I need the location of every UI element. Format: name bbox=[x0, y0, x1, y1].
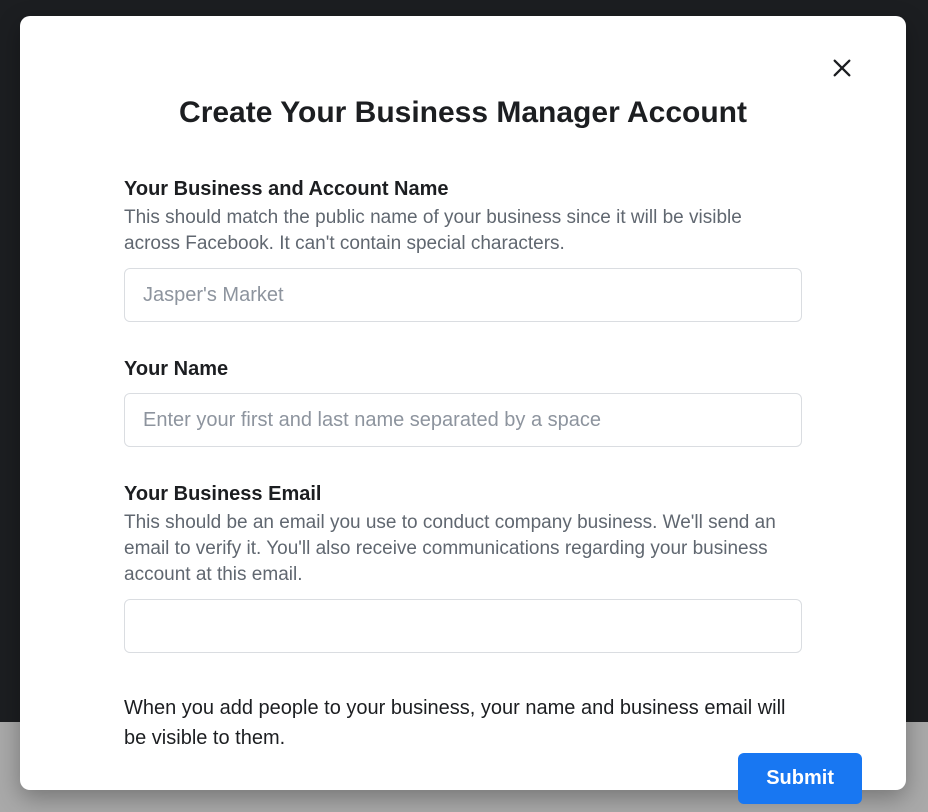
modal-title: Create Your Business Manager Account bbox=[20, 96, 906, 130]
business-name-helper: This should match the public name of you… bbox=[124, 205, 802, 256]
create-business-manager-modal: Create Your Business Manager Account You… bbox=[20, 16, 906, 790]
business-email-group: Your Business Email This should be an em… bbox=[124, 483, 802, 653]
close-icon bbox=[831, 57, 853, 79]
business-email-label: Your Business Email bbox=[124, 483, 802, 506]
visibility-note: When you add people to your business, yo… bbox=[124, 693, 802, 753]
business-name-input[interactable] bbox=[124, 268, 802, 322]
business-name-label: Your Business and Account Name bbox=[124, 178, 802, 201]
form-content: Your Business and Account Name This shou… bbox=[20, 178, 906, 753]
modal-footer: Submit bbox=[20, 753, 906, 804]
business-name-group: Your Business and Account Name This shou… bbox=[124, 178, 802, 322]
your-name-input[interactable] bbox=[124, 393, 802, 447]
submit-button[interactable]: Submit bbox=[738, 753, 862, 804]
your-name-label: Your Name bbox=[124, 358, 802, 381]
business-email-input[interactable] bbox=[124, 599, 802, 653]
business-email-helper: This should be an email you use to condu… bbox=[124, 510, 802, 587]
your-name-group: Your Name bbox=[124, 358, 802, 447]
close-button[interactable] bbox=[826, 52, 858, 84]
